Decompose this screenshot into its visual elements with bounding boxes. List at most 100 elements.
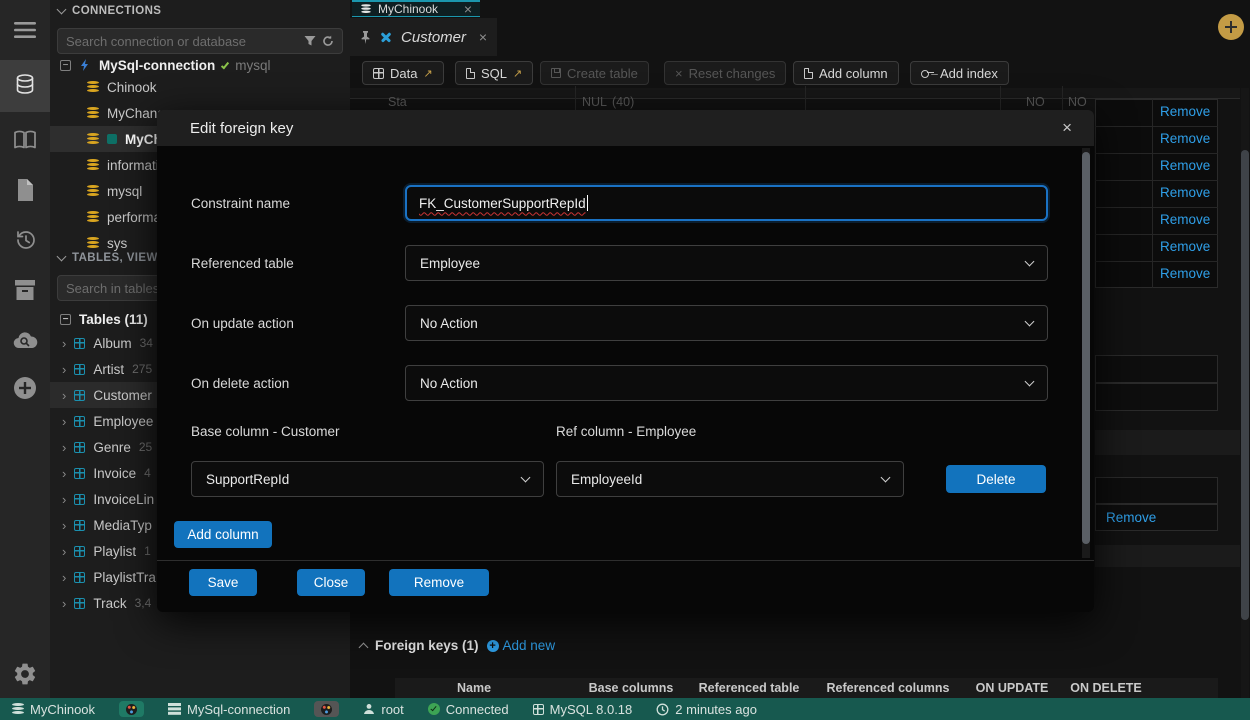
tables-header[interactable]: TABLES, VIEW (58, 252, 158, 264)
foreign-keys-header[interactable]: Foreign keys (1) + Add new (360, 638, 555, 653)
remove-row-link[interactable]: Remove (1160, 239, 1210, 254)
database-icon (87, 159, 99, 171)
add-new-link[interactable]: + Add new (487, 638, 556, 653)
filter-icon[interactable] (304, 35, 316, 47)
database-nav-icon[interactable] (0, 60, 50, 112)
remove-row-link[interactable]: Remove (1160, 266, 1210, 281)
check-icon (221, 61, 229, 70)
close-tab-icon[interactable]: × (479, 30, 487, 44)
scrollbar-thumb[interactable] (1241, 150, 1249, 620)
sql-button[interactable]: SQL ↗ (455, 61, 533, 85)
chevron-right-icon[interactable]: › (62, 597, 66, 610)
settings-gear-icon[interactable] (0, 652, 50, 696)
database-color-badge[interactable] (119, 701, 144, 717)
on-update-select[interactable]: No Action (405, 305, 1048, 341)
on-update-label: On update action (191, 316, 294, 331)
selected-database-marker (107, 134, 117, 144)
background-cell (1095, 355, 1218, 383)
cloud-search-icon[interactable] (0, 318, 50, 362)
database-icon (361, 4, 371, 14)
chevron-down-icon (1025, 256, 1035, 266)
chevron-right-icon[interactable]: › (62, 415, 66, 428)
add-column-button[interactable]: Add column (793, 61, 899, 85)
save-button[interactable]: Save (189, 569, 257, 596)
remove-button[interactable]: Remove (389, 569, 489, 596)
table-icon (74, 598, 85, 609)
pin-icon[interactable] (360, 31, 371, 44)
remove-row-link[interactable]: Remove (1160, 185, 1210, 200)
table-design-tools-icon (379, 30, 393, 44)
close-button[interactable]: Close (297, 569, 365, 596)
chevron-right-icon[interactable]: › (62, 571, 66, 584)
app-root: CONNECTIONS Search connection or databas… (0, 0, 1250, 720)
chevron-down-icon (521, 472, 531, 482)
add-connection-icon[interactable] (0, 366, 50, 410)
chevron-right-icon[interactable]: › (62, 493, 66, 506)
menu-icon[interactable] (0, 8, 50, 52)
remove-row-link[interactable]: Remove (1106, 510, 1156, 525)
create-table-button[interactable]: Create table (540, 61, 649, 85)
left-icon-rail (0, 0, 50, 698)
chevron-right-icon[interactable]: › (62, 363, 66, 376)
history-icon[interactable] (0, 218, 50, 262)
tab-mychinook[interactable]: MyChinook × (352, 0, 480, 17)
collapse-box-icon[interactable]: − (60, 314, 71, 325)
delete-column-pair-button[interactable]: Delete (946, 465, 1046, 493)
remove-row-link[interactable]: Remove (1160, 104, 1210, 119)
ref-column-label: Ref column - Employee (556, 424, 696, 439)
connections-header[interactable]: CONNECTIONS (58, 5, 161, 17)
table-icon (74, 364, 85, 375)
table-icon (74, 416, 85, 427)
close-tab-icon[interactable]: × (464, 2, 472, 16)
main-scrollbar[interactable] (1241, 88, 1249, 698)
remove-row-link[interactable]: Remove (1160, 131, 1210, 146)
modal-footer-divider (157, 560, 1094, 561)
table-icon (74, 442, 85, 453)
add-tab-button[interactable] (1218, 14, 1244, 40)
plus-circle-icon: + (487, 640, 499, 652)
docs-book-icon[interactable] (0, 118, 50, 162)
modal-scrollbar[interactable] (1082, 148, 1090, 558)
status-connection[interactable]: MySql-connection (168, 702, 290, 717)
edit-foreign-key-modal: Edit foreign key × Constraint name FK_Cu… (157, 110, 1094, 612)
tree-item-database[interactable]: Chinook (50, 74, 350, 100)
referenced-table-select[interactable]: Employee (405, 245, 1048, 281)
connection-search-input[interactable]: Search connection or database (57, 28, 343, 54)
status-connected: Connected (428, 702, 509, 717)
archive-icon[interactable] (0, 268, 50, 312)
modal-add-column-button[interactable]: Add column (174, 521, 272, 548)
connection-color-badge[interactable] (314, 701, 339, 717)
collapse-box-icon[interactable]: − (60, 60, 71, 71)
chevron-down-icon (57, 5, 67, 15)
table-icon (74, 520, 85, 531)
table-icon (74, 468, 85, 479)
constraint-name-input[interactable]: FK_CustomerSupportRepId (405, 185, 1048, 221)
tab-customer[interactable]: Customer × (350, 18, 497, 56)
reset-changes-button[interactable]: × Reset changes (664, 61, 786, 85)
data-button[interactable]: Data ↗ (362, 61, 444, 85)
table-icon (74, 390, 85, 401)
ref-column-select[interactable]: EmployeeId (556, 461, 904, 497)
chevron-right-icon[interactable]: › (62, 545, 66, 558)
background-cell (1095, 477, 1218, 504)
chevron-right-icon[interactable]: › (62, 389, 66, 402)
chevron-right-icon[interactable]: › (62, 441, 66, 454)
remove-row-link[interactable]: Remove (1160, 212, 1210, 227)
chevron-right-icon[interactable]: › (62, 467, 66, 480)
grid-fragment: NO (1026, 95, 1045, 109)
on-delete-label: On delete action (191, 376, 289, 391)
file-nav-icon[interactable] (0, 168, 50, 212)
modal-close-icon[interactable]: × (1062, 118, 1072, 138)
connected-check-icon (428, 703, 440, 715)
base-column-select[interactable]: SupportRepId (191, 461, 544, 497)
status-database[interactable]: MyChinook (12, 702, 95, 717)
chevron-right-icon[interactable]: › (62, 519, 66, 532)
add-index-button[interactable]: Add index (910, 61, 1009, 85)
refresh-icon[interactable] (322, 35, 334, 47)
on-delete-select[interactable]: No Action (405, 365, 1048, 401)
scrollbar-thumb[interactable] (1082, 152, 1090, 544)
palette-icon (126, 704, 137, 715)
database-icon (87, 237, 99, 249)
remove-row-link[interactable]: Remove (1160, 158, 1210, 173)
chevron-right-icon[interactable]: › (62, 337, 66, 350)
